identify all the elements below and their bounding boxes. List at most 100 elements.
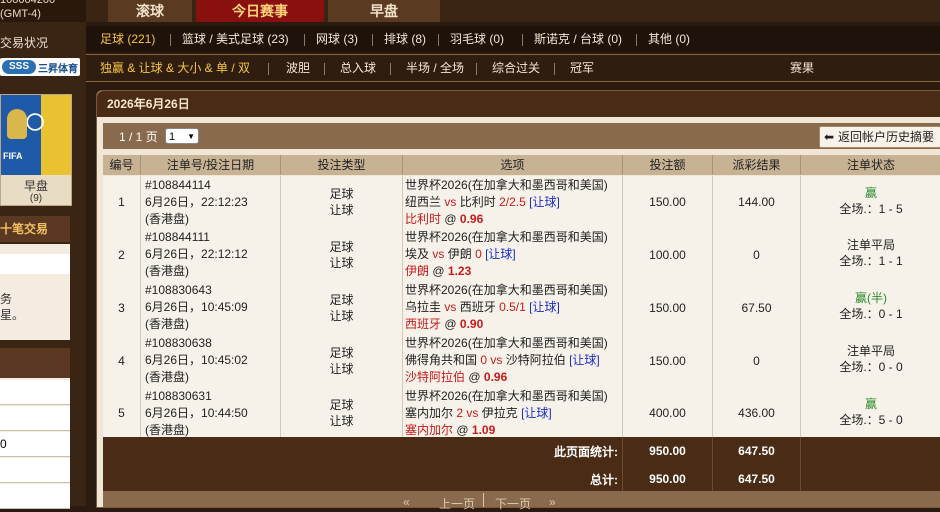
double-chevron-left-icon[interactable]: «: [403, 495, 410, 509]
league-name: 世界杯2026(在加拿大和墨西哥和美国): [405, 389, 608, 403]
picked-team: 西班牙: [405, 317, 442, 331]
left-list-header: [0, 348, 70, 378]
next-page-link[interactable]: 下一页: [495, 495, 531, 512]
away-team: 伊朗: [447, 247, 472, 261]
bet-id[interactable]: #108830638: [145, 335, 248, 352]
sport-volleyball[interactable]: 排球 (8): [384, 26, 426, 52]
bet-sport: 足球: [329, 187, 354, 201]
bet-market-type: 让球: [329, 361, 354, 376]
bettype-correct-score[interactable]: 波胆: [286, 55, 310, 81]
tab-live[interactable]: 滚球: [108, 0, 192, 22]
grand-total-stake: 950.00: [623, 465, 713, 493]
payout: 0: [713, 334, 801, 387]
return-summary-button[interactable]: ⬅ 返回帐户历史摘要: [819, 126, 940, 148]
final-score: 全场.：0 - 1: [839, 307, 903, 321]
league-name: 世界杯2026(在加拿大和墨西哥和美国): [405, 336, 608, 350]
page-total-label: 此页面统计:: [103, 437, 623, 465]
league-name: 世界杯2026(在加拿大和墨西哥和美国): [405, 230, 608, 244]
pager-bar: 1 / 1 页 1 ▼ ⬅ 返回帐户历史摘要: [103, 123, 940, 149]
bet-type-bar: 独赢 & 让球 & 大小 & 单 / 双 波胆 总入球 半场 / 全场 综合过关…: [86, 54, 940, 82]
bet-market-type: 让球: [329, 414, 354, 428]
col-header-type: 投注类型: [281, 155, 403, 175]
tab-early[interactable]: 早盘: [328, 0, 440, 22]
col-header-no: 编号: [103, 155, 141, 175]
double-chevron-right-icon[interactable]: »: [549, 495, 556, 509]
brand-logo[interactable]: SSS 三昇体育: [0, 58, 80, 76]
sport-basketball[interactable]: 篮球 / 美式足球 (23): [182, 26, 289, 52]
vs-label: vs: [444, 195, 457, 209]
bet-sport: 足球: [329, 345, 354, 360]
bet-market: (香港盘): [145, 317, 189, 331]
sport-snooker[interactable]: 斯诺克 / 台球 (0): [534, 26, 622, 52]
bet-id-cell: #108844114 6月26日，22:12:23 (香港盘): [141, 176, 281, 228]
last-ten-bets-header[interactable]: 十笔交易: [0, 216, 70, 242]
sport-tennis[interactable]: 网球 (3): [316, 26, 358, 52]
world-cup-banner: ○ FIFA: [1, 95, 71, 175]
status-badge: 赢: [864, 397, 877, 411]
vs-label: 0 vs: [480, 353, 503, 367]
handicap-line: 0.5/1: [499, 300, 526, 314]
away-team: 沙特阿拉伯: [505, 353, 566, 367]
at-sign: @: [444, 212, 457, 226]
picked-team: 比利时: [405, 212, 442, 226]
bet-market: (香港盘): [145, 264, 189, 278]
bet-no: 2: [103, 228, 141, 281]
bet-sport: 足球: [329, 292, 354, 307]
bet-id[interactable]: #108844114: [145, 177, 248, 194]
bet-id[interactable]: #108830631: [145, 388, 248, 405]
left-list-item[interactable]: [0, 406, 70, 431]
left-list-item[interactable]: [0, 380, 70, 405]
table-row: 3 #108830643 6月26日，10:45:09 (香港盘) 足球 让球 世界杯202…: [103, 281, 940, 335]
early-market-card[interactable]: ○ FIFA 早盘 (9): [0, 94, 72, 206]
left-list-item[interactable]: [0, 458, 70, 483]
col-header-bet-id: 注单号/投注日期: [141, 155, 281, 175]
at-sign: @: [432, 264, 445, 278]
bettype-half-full[interactable]: 半场 / 全场: [406, 55, 464, 81]
page-select[interactable]: 1 ▼: [165, 128, 199, 144]
prev-page-link[interactable]: 上一页: [439, 495, 475, 512]
payout: 144.00: [713, 176, 801, 228]
page-total-stake: 950.00: [623, 437, 713, 465]
away-team: 伊拉克: [481, 406, 518, 420]
page-total-row: 此页面统计: 950.00 647.50: [103, 437, 940, 466]
date-title: 2026年6月26日: [107, 97, 190, 111]
payout: 67.50: [713, 281, 801, 334]
bettype-total-goals[interactable]: 总入球: [340, 55, 376, 81]
handicap-tag: [让球]: [529, 195, 560, 209]
vs-label: vs: [432, 247, 445, 261]
col-header-selection: 选项: [403, 155, 623, 175]
bet-market: (香港盘): [145, 370, 189, 384]
left-list-item[interactable]: [0, 484, 70, 509]
at-sign: @: [468, 370, 481, 384]
bettype-results[interactable]: 赛果: [790, 55, 814, 81]
odds: 1.23: [447, 264, 472, 278]
stake: 150.00: [623, 334, 713, 387]
sport-badminton[interactable]: 羽毛球 (0): [450, 26, 504, 52]
panel-text-line1: 务: [0, 292, 13, 306]
early-market-count: (9): [29, 193, 43, 204]
trade-status-label[interactable]: 交易状况: [0, 34, 48, 51]
selection-cell: 世界杯2026(在加拿大和墨西哥和美国) 纽西兰 vs 比利时 2/2.5 [让球…: [403, 176, 623, 228]
bet-market-type: 让球: [329, 203, 354, 217]
vs-label: vs: [444, 300, 457, 314]
bet-id[interactable]: #108844111: [145, 229, 248, 246]
final-score: 全场.：1 - 5: [839, 202, 903, 216]
bet-history-panel: 2026年6月26日 1 / 1 页 1 ▼ ⬅ 返回帐户历史摘要 编号 注单号…: [96, 90, 940, 511]
left-list-item[interactable]: 0: [0, 432, 70, 457]
bet-market-type: 让球: [329, 255, 354, 270]
payout: 0: [713, 228, 801, 281]
sport-other[interactable]: 其他 (0): [648, 26, 690, 52]
handicap-tag: [让球]: [569, 353, 600, 367]
bet-id[interactable]: #108830643: [145, 282, 248, 299]
bettype-parlay[interactable]: 综合过关: [492, 55, 540, 81]
col-header-stake: 投注额: [623, 155, 713, 175]
bettype-main[interactable]: 独赢 & 让球 & 大小 & 单 / 双: [100, 55, 250, 81]
selection-cell: 世界杯2026(在加拿大和墨西哥和美国) 乌拉圭 vs 西班牙 0.5/1 [让球…: [403, 281, 623, 334]
table-row: 2 #108844111 6月26日，22:12:12 (香港盘) 足球 让球 世界杯202…: [103, 228, 940, 282]
panel-text-line2: 星。: [0, 308, 25, 322]
sport-soccer[interactable]: 足球 (221): [100, 26, 155, 52]
status-badge: 赢(半): [855, 291, 887, 305]
tab-today[interactable]: 今日赛事: [196, 0, 324, 22]
bettype-outright[interactable]: 冠军: [570, 55, 594, 81]
bet-no: 5: [103, 387, 141, 439]
